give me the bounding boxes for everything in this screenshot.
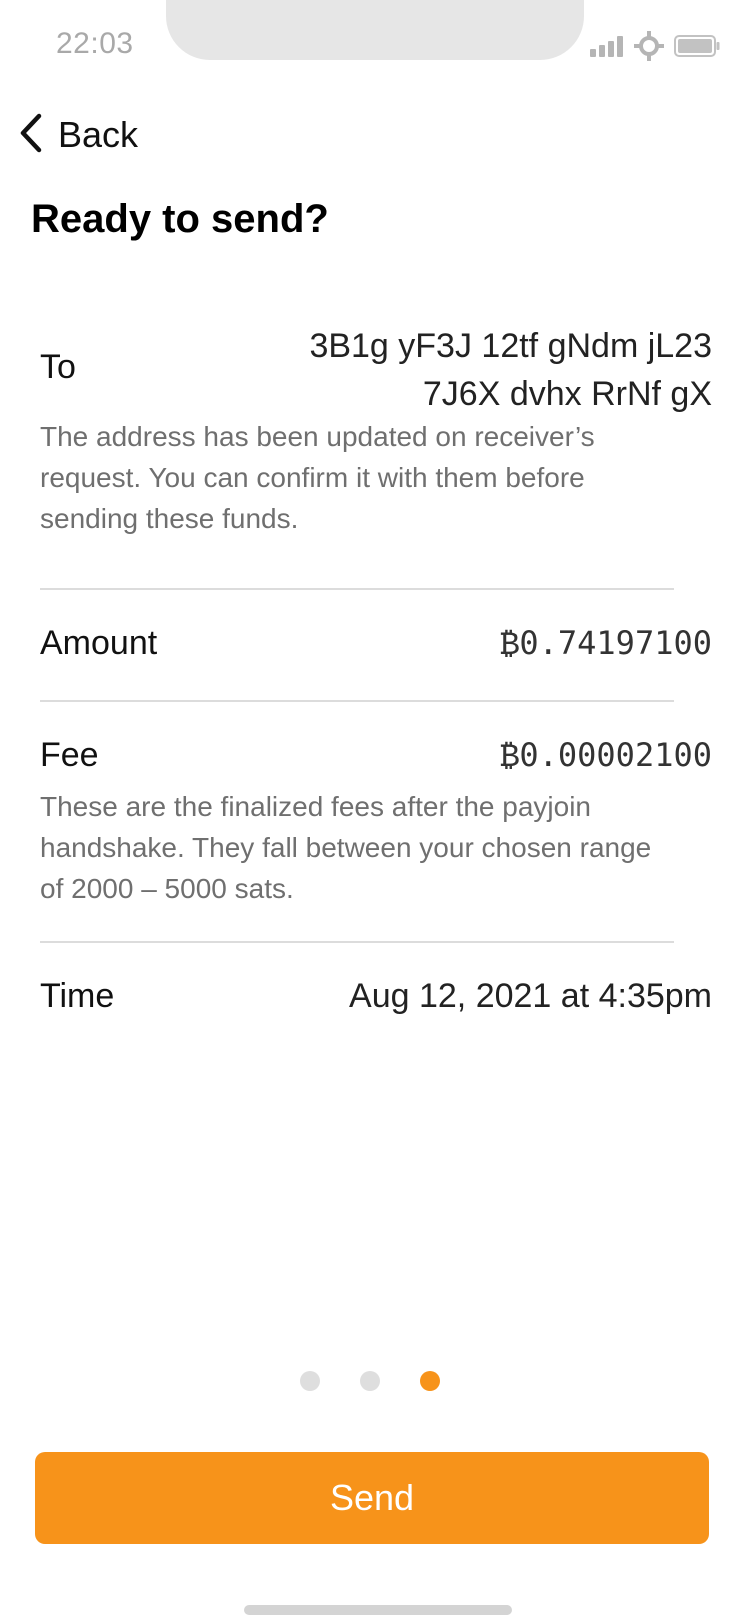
battery-icon bbox=[674, 35, 720, 57]
address-line-1: 3B1g yF3J 12tf gNdm jL23 bbox=[309, 327, 712, 365]
fee-note: These are the finalized fees after the p… bbox=[40, 791, 652, 904]
divider bbox=[40, 588, 674, 590]
amount-value: ₿0.74197100 bbox=[500, 624, 712, 662]
time-value: Aug 12, 2021 at 4:35pm bbox=[349, 977, 712, 1015]
amount-label: Amount bbox=[40, 624, 158, 662]
home-indicator[interactable] bbox=[244, 1605, 512, 1615]
divider bbox=[40, 941, 674, 943]
step-dot bbox=[420, 1371, 440, 1391]
status-icons bbox=[590, 31, 720, 61]
signal-icon bbox=[590, 35, 624, 57]
divider bbox=[40, 700, 674, 702]
fee-label: Fee bbox=[40, 736, 99, 774]
back-button[interactable]: Back bbox=[18, 110, 138, 160]
send-button[interactable]: Send bbox=[35, 1452, 709, 1544]
address-line-2: 7J6X dvhx RrNf gX bbox=[422, 375, 712, 413]
step-indicator bbox=[300, 1371, 440, 1391]
time-label: Time bbox=[40, 977, 115, 1015]
status-time: 22:03 bbox=[56, 27, 134, 60]
fee-value: ₿0.00002100 bbox=[500, 736, 712, 774]
crosshair-icon bbox=[634, 31, 664, 61]
page-title: Ready to send? bbox=[31, 197, 329, 241]
recipient-address: 3B1g yF3J 12tf gNdm jL23 7J6X dvhx RrNf … bbox=[192, 322, 712, 418]
address-note: The address has been updated on receiver… bbox=[40, 421, 595, 534]
status-bar: 22:03 bbox=[0, 0, 750, 90]
back-label: Back bbox=[58, 114, 139, 155]
step-dot bbox=[360, 1371, 380, 1391]
device-notch bbox=[166, 0, 584, 60]
to-label: To bbox=[40, 348, 76, 386]
step-dot bbox=[300, 1371, 320, 1391]
chevron-left-icon bbox=[18, 113, 44, 158]
